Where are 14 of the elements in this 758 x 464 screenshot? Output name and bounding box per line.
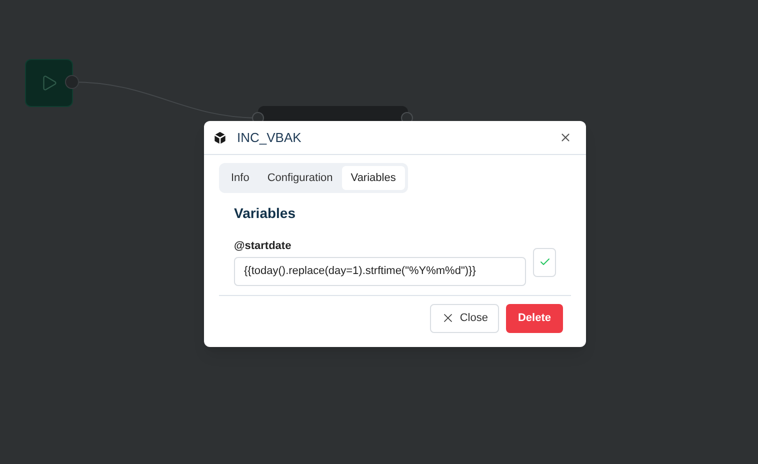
delete-button[interactable]: Delete [506, 304, 563, 332]
tab[interactable]: Configuration [258, 166, 342, 190]
tab[interactable]: Variables [342, 166, 405, 190]
dialog-title: INC_VBAK [237, 128, 302, 147]
start-node[interactable] [25, 59, 73, 107]
cube-icon [212, 130, 228, 146]
variable-input[interactable]: {{today().replace(day=1).strftime("%Y%m%d")}} [234, 256, 526, 286]
close-button[interactable]: Close [430, 304, 499, 332]
variable-label: @startdate [234, 239, 292, 254]
check-icon [538, 256, 550, 268]
tab[interactable]: Info [222, 166, 258, 190]
section-title: Variables [234, 204, 296, 223]
close-icon[interactable] [559, 131, 572, 144]
play-icon [40, 74, 58, 92]
